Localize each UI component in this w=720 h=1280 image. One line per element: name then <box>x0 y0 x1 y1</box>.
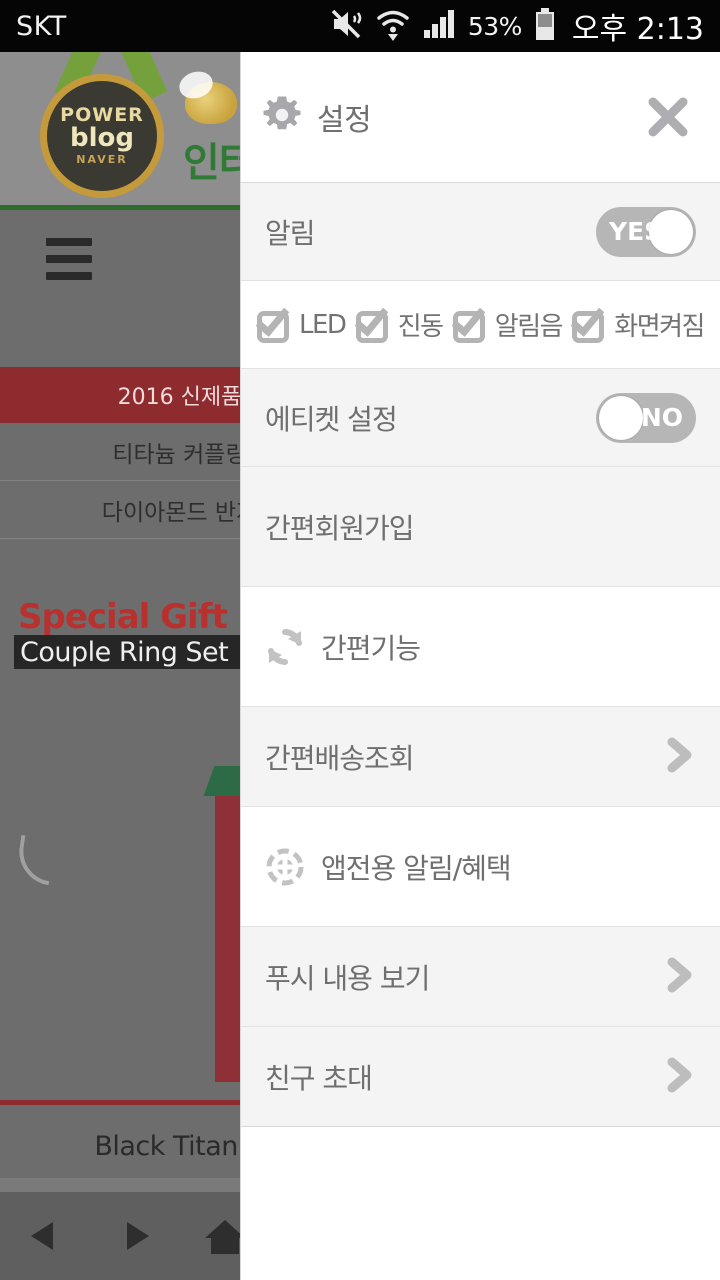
notification-options-row[interactable]: LED 진동 알림음 화면켜짐 <box>241 280 720 368</box>
checkbox-label: 화면켜짐 <box>614 312 705 342</box>
checkbox-vibration[interactable]: 진동 <box>354 300 444 343</box>
list-item-simple-features[interactable]: 간편기능 <box>241 586 720 706</box>
panel-empty-area <box>241 1126 720 1280</box>
clock-label: 오후 2:13 <box>571 12 704 47</box>
checkbox-screen-on[interactable]: 화면켜짐 <box>571 300 705 343</box>
forward-icon[interactable] <box>90 1214 180 1258</box>
decorative-swoosh-icon <box>14 834 56 886</box>
checkbox-checked-icon <box>451 300 489 343</box>
target-icon <box>265 847 305 887</box>
carrier-label: SKT <box>16 10 67 42</box>
back-icon[interactable] <box>0 1214 90 1258</box>
medal-blog-text: blog <box>70 123 134 154</box>
checkbox-checked-icon <box>255 300 293 343</box>
panel-header: 설정 <box>241 52 720 182</box>
list-item-invite-friends[interactable]: 친구 초대 <box>241 1026 720 1126</box>
list-item-app-benefits[interactable]: 앱전용 알림/혜택 <box>241 806 720 926</box>
checkbox-label: 알림음 <box>494 312 564 342</box>
chevron-right-icon <box>662 734 696 780</box>
checkbox-label: LED <box>299 309 347 340</box>
status-icons: 53% 오후 2:13 <box>328 4 704 48</box>
hamburger-menu-icon[interactable] <box>46 238 92 289</box>
refresh-icon <box>265 627 305 667</box>
checkbox-checked-icon <box>571 300 608 343</box>
chevron-right-icon <box>662 954 696 1000</box>
notification-toggle[interactable]: YES <box>596 206 696 257</box>
phone-screen: POWER blog NAVER 인터 2016 신제품 1+1 티타늄 커플링… <box>0 0 720 1280</box>
etiquette-toggle[interactable]: NO <box>596 392 696 443</box>
notification-toggle-row[interactable]: 알림 YES <box>241 182 720 280</box>
toggle-knob <box>599 395 643 440</box>
list-item-label: 간편기능 <box>321 631 421 665</box>
power-blog-medal-icon: POWER blog NAVER <box>40 74 164 198</box>
battery-icon <box>534 7 556 45</box>
page-title: 설정 <box>317 103 372 138</box>
list-item-label: 간편배송조회 <box>265 741 415 775</box>
bee-icon <box>185 82 237 124</box>
medal-naver-text: NAVER <box>76 152 128 166</box>
etiquette-toggle-row[interactable]: 에티켓 설정 NO <box>241 368 720 466</box>
mute-icon <box>328 7 364 45</box>
checkbox-checked-icon <box>354 300 392 343</box>
status-bar: SKT 53% 오후 2:13 <box>0 0 720 52</box>
battery-percent-label: 53% <box>467 11 523 41</box>
gear-icon <box>261 94 303 140</box>
close-icon[interactable] <box>640 89 696 145</box>
list-item-simple-signup[interactable]: 간편회원가입 <box>241 466 720 586</box>
checkbox-led[interactable]: LED <box>255 300 347 343</box>
checkbox-sound[interactable]: 알림음 <box>451 300 564 343</box>
list-item-label: 친구 초대 <box>265 1061 373 1095</box>
etiquette-label: 에티켓 설정 <box>265 402 398 436</box>
list-item-delivery-tracking[interactable]: 간편배송조회 <box>241 706 720 806</box>
list-item-push-history[interactable]: 푸시 내용 보기 <box>241 926 720 1026</box>
list-item-label: 간편회원가입 <box>265 511 415 545</box>
wifi-icon <box>376 7 410 45</box>
list-item-label: 앱전용 알림/혜택 <box>321 851 512 885</box>
checkbox-label: 진동 <box>397 312 444 342</box>
settings-panel[interactable]: 설정 알림 YES LED 진동 알림음 화면켜짐 에티켓 설정 NO 간편회원… <box>240 52 720 1280</box>
etiquette-toggle-state: NO <box>640 403 683 432</box>
toggle-knob <box>649 209 693 254</box>
list-item-label: 푸시 내용 보기 <box>265 961 430 995</box>
chevron-right-icon <box>662 1054 696 1100</box>
notification-label: 알림 <box>265 216 316 250</box>
signal-icon <box>422 8 456 44</box>
